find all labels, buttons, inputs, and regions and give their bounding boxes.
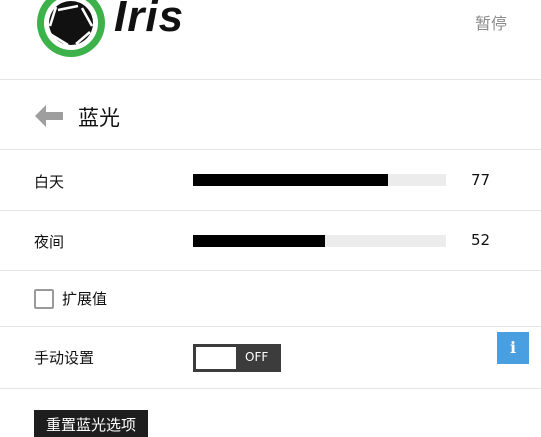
day-value: 77 (471, 171, 491, 189)
day-label: 白天 (34, 173, 65, 191)
extended-values-label: 扩展值 (62, 290, 108, 308)
toggle-knob (196, 347, 236, 369)
back-arrow-icon[interactable] (34, 104, 64, 128)
night-row: 夜间 52 (0, 211, 541, 271)
manual-settings-label: 手动设置 (34, 349, 95, 367)
extended-values-row: 扩展值 (0, 271, 541, 327)
day-row: 白天 77 (0, 150, 541, 211)
info-icon[interactable]: i (497, 332, 529, 364)
night-slider[interactable] (193, 235, 446, 247)
day-slider-fill (193, 174, 388, 186)
night-slider-fill (193, 235, 325, 247)
header: Iris 暂停 (0, 0, 541, 80)
manual-settings-toggle[interactable]: OFF (193, 344, 281, 372)
night-value: 52 (471, 231, 491, 249)
reset-blue-light-button[interactable]: 重置蓝光选项 (34, 410, 149, 437)
toggle-state-text: OFF (245, 350, 269, 364)
manual-settings-row: 手动设置 OFF (0, 327, 541, 389)
app-logo-text: Iris (114, 0, 185, 41)
aperture-logo-icon (37, 0, 105, 57)
page-title-bar: 蓝光 (0, 80, 541, 150)
extended-values-checkbox[interactable] (34, 289, 54, 309)
pause-button[interactable]: 暂停 (475, 10, 507, 34)
night-label: 夜间 (34, 233, 65, 251)
day-slider[interactable] (193, 174, 446, 186)
page-title: 蓝光 (78, 106, 120, 130)
